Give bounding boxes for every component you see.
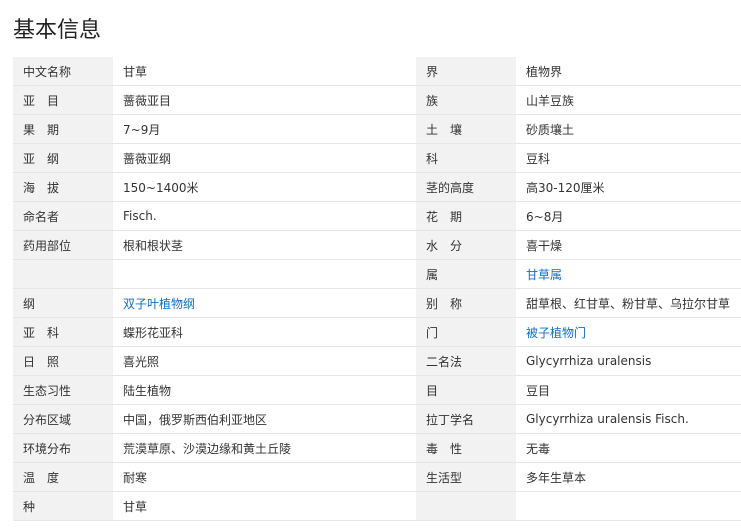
- field-value: [113, 259, 416, 289]
- field-value: Glycyrrhiza uralensis: [516, 346, 741, 376]
- field-label: 茎的高度: [416, 172, 516, 202]
- field-value: 耐寒: [113, 462, 416, 492]
- field-label: 目: [416, 375, 516, 405]
- field-value: 多年生草本: [516, 462, 741, 492]
- field-value: Glycyrrhiza uralensis Fisch.: [516, 404, 741, 434]
- field-label: 海 拔: [13, 172, 113, 202]
- field-value: 甘草: [113, 491, 416, 521]
- field-label: 别 称: [416, 288, 516, 318]
- field-value: 7~9月: [113, 114, 416, 144]
- field-label: 中文名称: [13, 57, 113, 86]
- field-label: 毒 性: [416, 433, 516, 463]
- table-row: 生态习性 陆生植物 目 豆目: [13, 375, 741, 405]
- field-label: 温 度: [13, 462, 113, 492]
- table-row: 亚 科 蝶形花亚科 门 被子植物门: [13, 317, 741, 347]
- field-value: 甘草: [113, 57, 416, 86]
- field-label: 界: [416, 57, 516, 86]
- field-value: 甜草根、红甘草、粉甘草、乌拉尔甘草: [516, 288, 741, 318]
- field-value: 植物界: [516, 57, 741, 86]
- table-row: 温 度 耐寒 生活型 多年生草本: [13, 462, 741, 492]
- table-row: 海 拔 150~1400米 茎的高度 高30-120厘米: [13, 172, 741, 202]
- field-value: 蔷薇亚纲: [113, 143, 416, 173]
- field-value: 荒漠草原、沙漠边缘和黄土丘陵: [113, 433, 416, 463]
- field-value: 喜干燥: [516, 230, 741, 260]
- field-label: 环境分布: [13, 433, 113, 463]
- field-value: 高30-120厘米: [516, 172, 741, 202]
- field-label: 果 期: [13, 114, 113, 144]
- field-label: 命名者: [13, 201, 113, 231]
- field-value: 中国，俄罗斯西伯利亚地区: [113, 404, 416, 434]
- table-row: 亚 目 蔷薇亚目 族 山羊豆族: [13, 85, 741, 115]
- field-label: 土 壤: [416, 114, 516, 144]
- page-title: 基本信息: [13, 18, 102, 43]
- table-row: 亚 纲 蔷薇亚纲 科 豆科: [13, 143, 741, 173]
- table-row: 种 甘草: [13, 491, 741, 521]
- field-value: 无毒: [516, 433, 741, 463]
- field-label: 花 期: [416, 201, 516, 231]
- table-row: 果 期 7~9月 土 壤 砂质壤土: [13, 114, 741, 144]
- field-label: 分布区域: [13, 404, 113, 434]
- class-link[interactable]: 双子叶植物纲: [113, 288, 416, 318]
- field-value: 喜光照: [113, 346, 416, 376]
- field-label: 水 分: [416, 230, 516, 260]
- field-label: 拉丁学名: [416, 404, 516, 434]
- table-row: 环境分布 荒漠草原、沙漠边缘和黄土丘陵 毒 性 无毒: [13, 433, 741, 463]
- field-label: 种: [13, 491, 113, 521]
- field-label: 族: [416, 85, 516, 115]
- field-value: Fisch.: [113, 201, 416, 231]
- field-label: 门: [416, 317, 516, 347]
- basic-info-table: 中文名称 甘草 界 植物界 亚 目 蔷薇亚目 族 山羊豆族 果 期 7~9月 土…: [13, 57, 741, 521]
- field-value: 砂质壤土: [516, 114, 741, 144]
- field-label: 生态习性: [13, 375, 113, 405]
- field-label: 纲: [13, 288, 113, 318]
- field-value: 根和根状茎: [113, 230, 416, 260]
- table-row: 中文名称 甘草 界 植物界: [13, 57, 741, 86]
- field-value: 陆生植物: [113, 375, 416, 405]
- table-row: 药用部位 根和根状茎 水 分 喜干燥: [13, 230, 741, 260]
- field-label: 日 照: [13, 346, 113, 376]
- field-label: 科: [416, 143, 516, 173]
- field-value: 豆科: [516, 143, 741, 173]
- field-label: 二名法: [416, 346, 516, 376]
- field-label: 亚 纲: [13, 143, 113, 173]
- table-row: 纲 双子叶植物纲 别 称 甜草根、红甘草、粉甘草、乌拉尔甘草: [13, 288, 741, 318]
- field-value: 150~1400米: [113, 172, 416, 202]
- field-label: 药用部位: [13, 230, 113, 260]
- phylum-link[interactable]: 被子植物门: [516, 317, 741, 347]
- table-row: 日 照 喜光照 二名法 Glycyrrhiza uralensis: [13, 346, 741, 376]
- field-value: 蝶形花亚科: [113, 317, 416, 347]
- table-row: 属 甘草属: [13, 259, 741, 289]
- field-value: 6~8月: [516, 201, 741, 231]
- field-value: 山羊豆族: [516, 85, 741, 115]
- field-label: 生活型: [416, 462, 516, 492]
- field-value: 豆目: [516, 375, 741, 405]
- field-label: 亚 科: [13, 317, 113, 347]
- field-label: [13, 259, 113, 289]
- field-label: 亚 目: [13, 85, 113, 115]
- table-row: 分布区域 中国，俄罗斯西伯利亚地区 拉丁学名 Glycyrrhiza urale…: [13, 404, 741, 434]
- field-value: 蔷薇亚目: [113, 85, 416, 115]
- field-label: [416, 491, 516, 521]
- field-label: 属: [416, 259, 516, 289]
- genus-link[interactable]: 甘草属: [516, 259, 741, 289]
- field-value: [516, 491, 741, 521]
- table-row: 命名者 Fisch. 花 期 6~8月: [13, 201, 741, 231]
